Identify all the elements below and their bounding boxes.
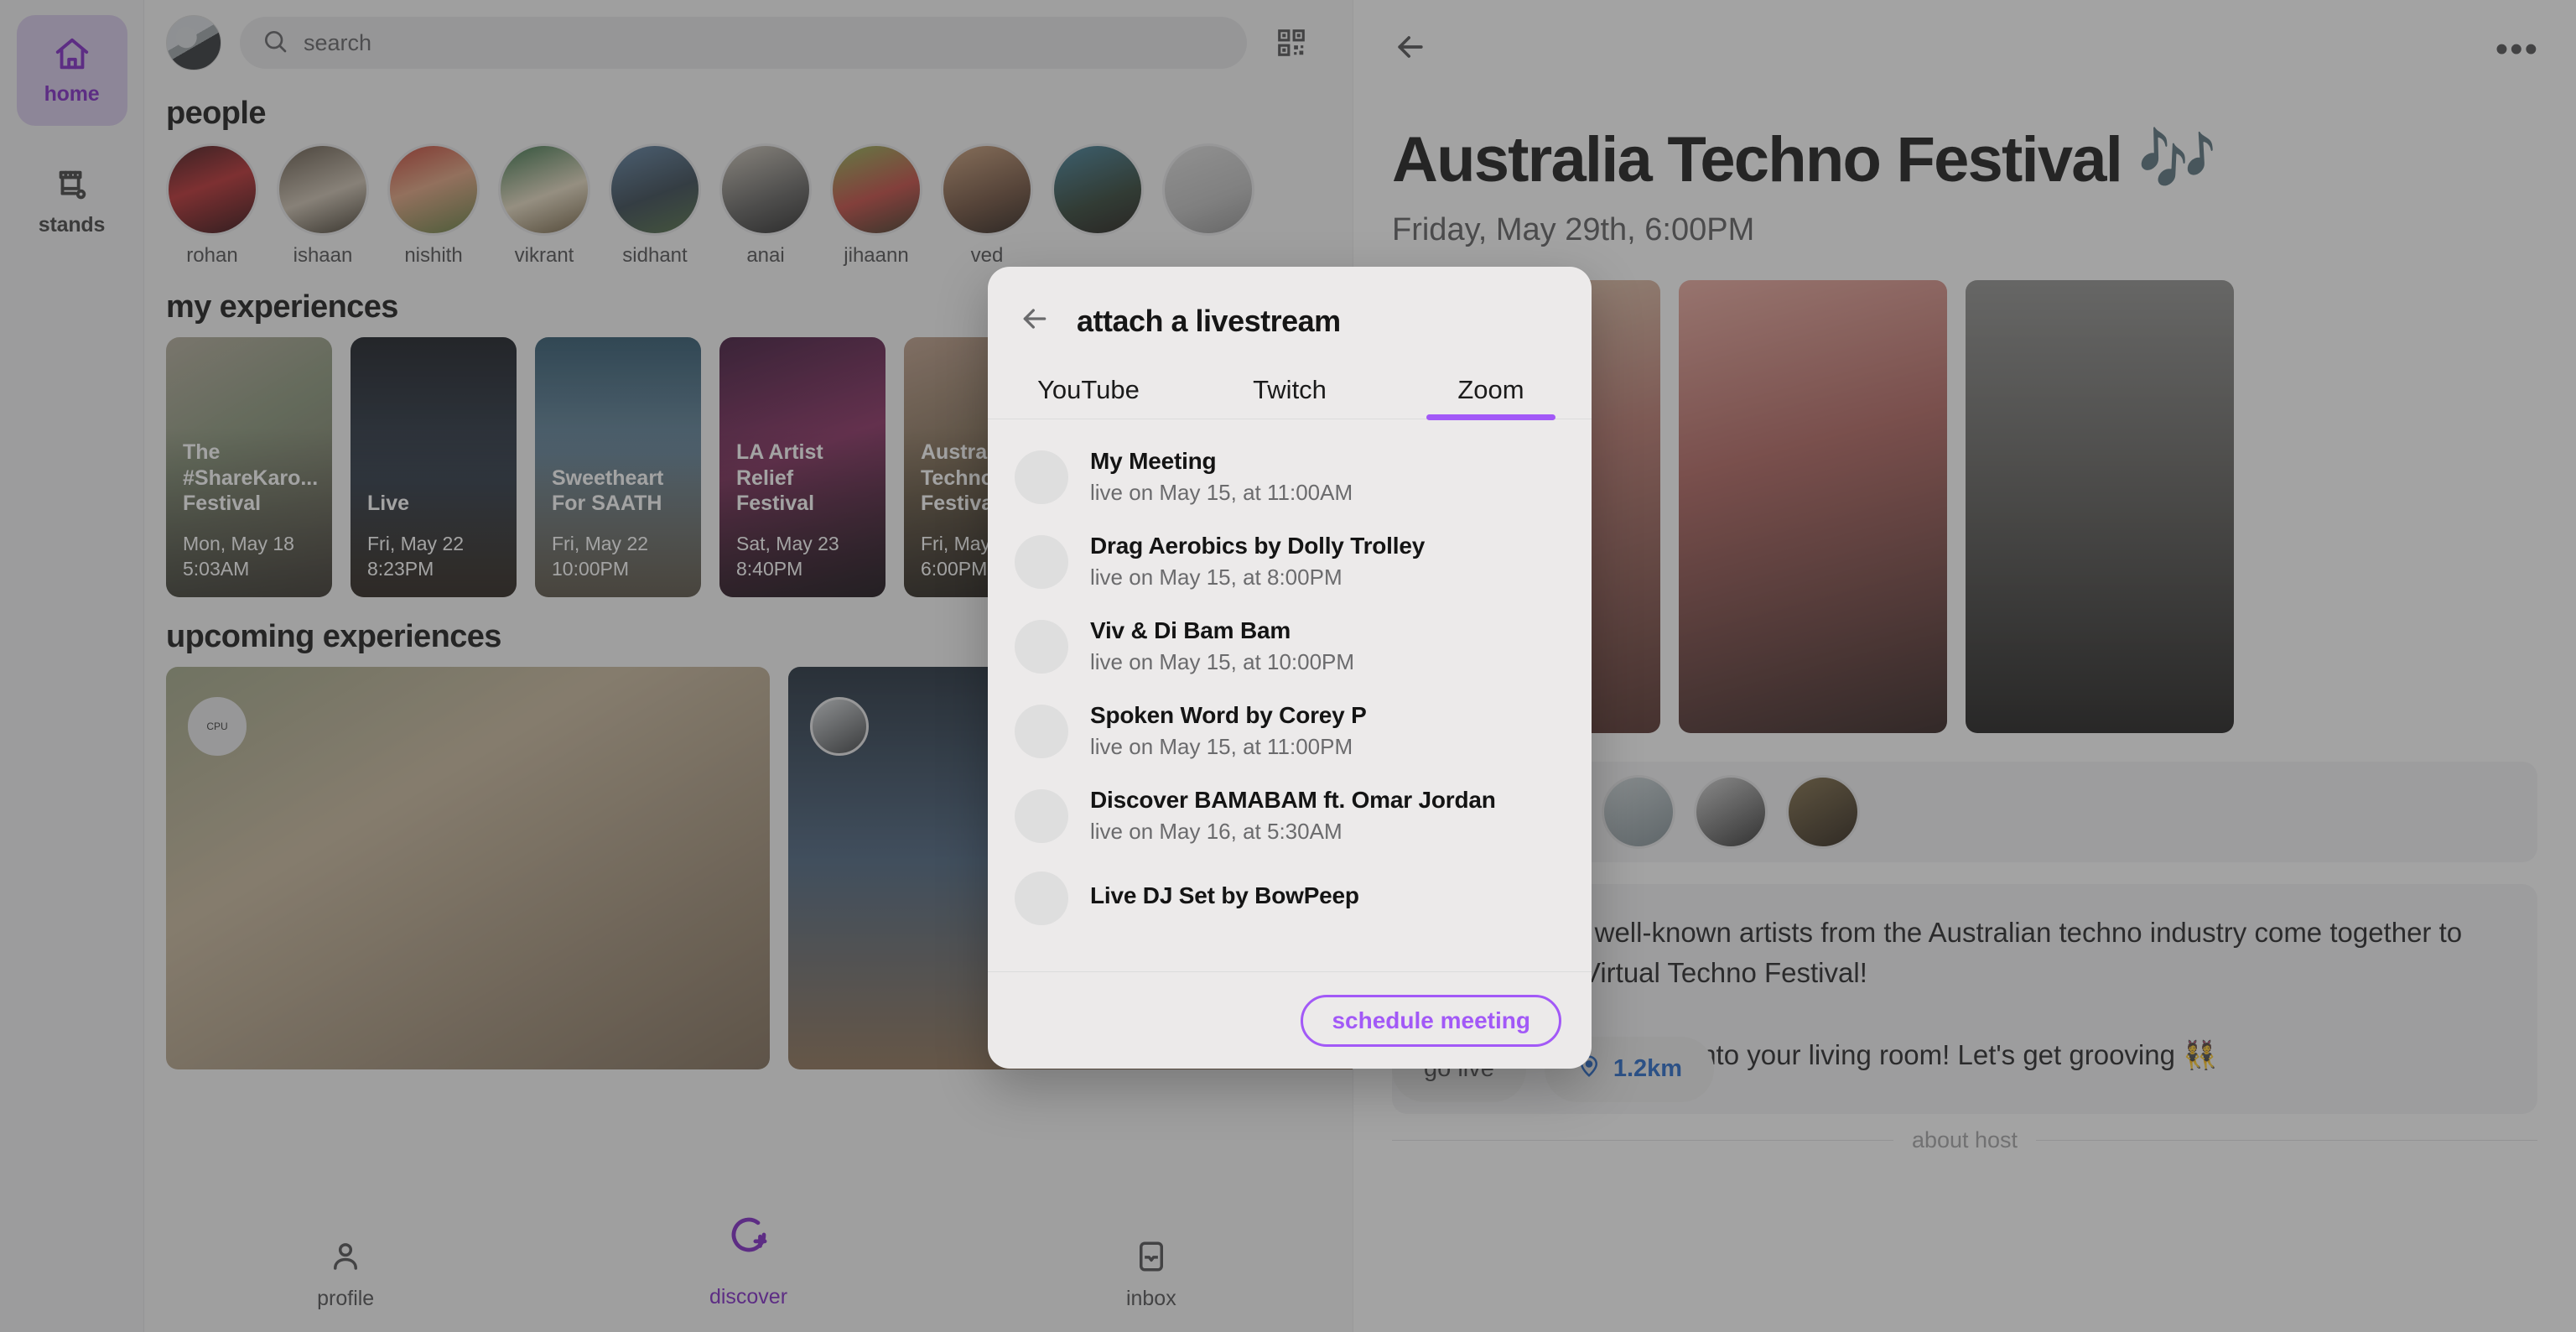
- schedule-meeting-button[interactable]: schedule meeting: [1301, 994, 1561, 1047]
- meeting-title: Spoken Word by Corey P: [1090, 702, 1367, 728]
- list-item[interactable]: Spoken Word by Corey P live on May 15, a…: [988, 689, 1592, 773]
- meeting-subtitle: live on May 15, at 10:00PM: [1090, 649, 1355, 674]
- avatar: [1015, 872, 1068, 925]
- list-item[interactable]: Drag Aerobics by Dolly Trolley live on M…: [988, 519, 1592, 604]
- modal-header: attach a livestream: [988, 267, 1592, 340]
- list-item[interactable]: Discover BAMABAM ft. Omar Jordan live on…: [988, 773, 1592, 858]
- avatar: [1015, 534, 1068, 589]
- tab-label: Twitch: [1253, 375, 1327, 404]
- avatar: [1015, 450, 1068, 504]
- meeting-title: Discover BAMABAM ft. Omar Jordan: [1090, 787, 1496, 813]
- tab-label: Zoom: [1457, 375, 1524, 404]
- avatar: [1015, 788, 1068, 843]
- list-item[interactable]: Viv & Di Bam Bam live on May 15, at 10:0…: [988, 604, 1592, 689]
- tab-zoom[interactable]: Zoom: [1390, 375, 1592, 420]
- provider-tabs: YouTube Twitch Zoom: [988, 375, 1592, 420]
- avatar: [1015, 619, 1068, 674]
- meeting-subtitle: live on May 16, at 5:30AM: [1090, 819, 1343, 844]
- meeting-title: My Meeting: [1090, 448, 1217, 474]
- modal-title: attach a livestream: [1077, 303, 1341, 338]
- tab-youtube[interactable]: YouTube: [988, 375, 1189, 419]
- avatar: [1015, 704, 1068, 758]
- tab-label: YouTube: [1037, 375, 1140, 404]
- list-item[interactable]: My Meeting live on May 15, at 11:00AM: [988, 434, 1592, 519]
- tab-twitch[interactable]: Twitch: [1189, 375, 1390, 419]
- modal-footer: schedule meeting: [988, 971, 1592, 1069]
- meeting-subtitle: live on May 15, at 8:00PM: [1090, 565, 1343, 590]
- attach-livestream-modal: attach a livestream YouTube Twitch Zoom …: [988, 267, 1592, 1069]
- meeting-title: Viv & Di Bam Bam: [1090, 617, 1291, 643]
- meeting-subtitle: live on May 15, at 11:00PM: [1090, 734, 1353, 759]
- meeting-title: Drag Aerobics by Dolly Trolley: [1090, 533, 1426, 559]
- meeting-title: Live DJ Set by BowPeep: [1090, 882, 1359, 908]
- meeting-subtitle: live on May 15, at 11:00AM: [1090, 480, 1353, 505]
- meeting-list[interactable]: My Meeting live on May 15, at 11:00AM Dr…: [988, 419, 1592, 971]
- back-arrow-icon[interactable]: [1018, 302, 1052, 340]
- list-item[interactable]: Live DJ Set by BowPeep: [988, 858, 1592, 939]
